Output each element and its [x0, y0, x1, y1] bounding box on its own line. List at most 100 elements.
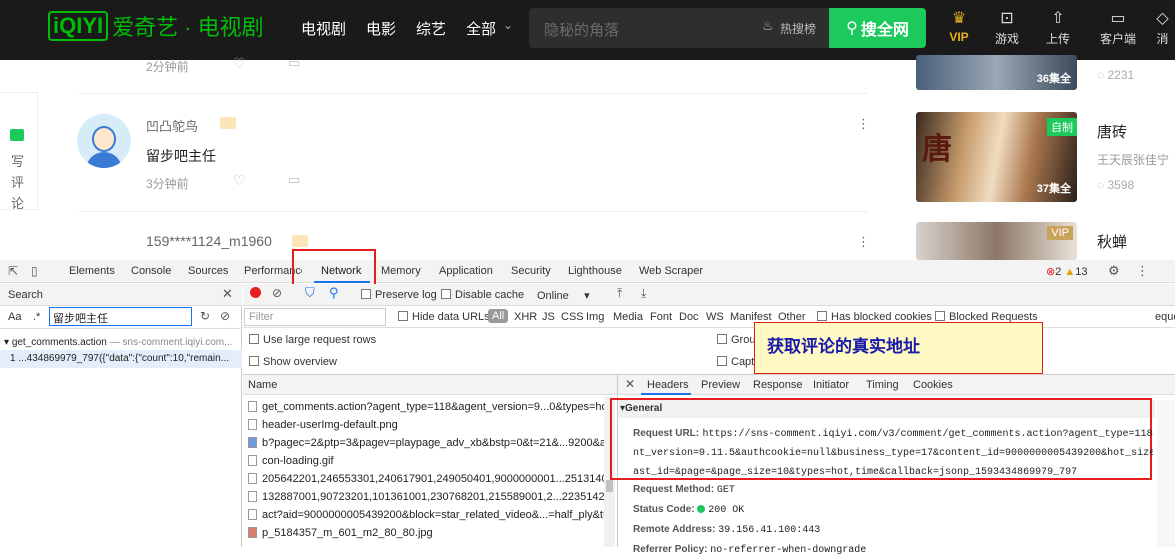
request-row[interactable]: con-loading.gif	[248, 452, 610, 470]
tab-sources[interactable]: Sources	[188, 265, 228, 277]
filter-placeholder: Filter	[249, 311, 274, 323]
tab-security[interactable]: Security	[511, 265, 551, 277]
filter-doc[interactable]: Doc	[679, 311, 699, 323]
write-comment-rail[interactable]: 写 评 论	[0, 92, 38, 211]
disable-cache-checkbox[interactable]: Disable cache	[441, 289, 524, 301]
more-menu-icon[interactable]: ⋮	[1136, 263, 1149, 279]
recommend-title[interactable]: 秋蝉	[1097, 231, 1127, 252]
search-query-input[interactable]: 留步吧主任	[49, 307, 192, 326]
detail-tab-cookies[interactable]: Cookies	[913, 379, 953, 391]
close-icon[interactable]: ✕	[625, 377, 635, 391]
nav-all[interactable]: 全部	[466, 18, 496, 39]
vip-entry[interactable]: ♛ VIP	[939, 8, 979, 44]
settings-gear-icon[interactable]: ⚙	[1108, 263, 1120, 279]
upload-entry[interactable]: ⇧ 上传	[1038, 8, 1078, 47]
detail-tab-initiator[interactable]: Initiator	[813, 379, 849, 391]
error-icon: ⊗	[1046, 266, 1056, 278]
preserve-log-checkbox[interactable]: Preserve log	[361, 289, 437, 301]
request-row[interactable]: act?aid=9000000005439200&block=star_rela…	[248, 506, 610, 524]
recommend-title[interactable]: 唐砖	[1097, 121, 1127, 142]
request-row[interactable]: p_5184357_m_601_m2_80_80.jpg	[248, 524, 610, 542]
filter-xhr[interactable]: XHR	[514, 311, 537, 323]
vip-label: VIP	[949, 30, 969, 44]
request-row[interactable]: b?pagec=2&ptp=3&pagev=playpage_adv_xb&bs…	[248, 434, 610, 452]
filter-media[interactable]: Media	[613, 311, 643, 323]
request-row[interactable]: header-userImg-default.png	[248, 416, 610, 434]
refresh-icon[interactable]: ↻	[200, 309, 210, 323]
reply-icon[interactable]: ▭	[288, 172, 300, 188]
level-badge-icon	[220, 117, 236, 129]
close-icon[interactable]: ✕	[222, 286, 233, 302]
message-entry[interactable]: ◇ 消	[1150, 8, 1175, 47]
tab-web-scraper[interactable]: Web Scraper	[639, 265, 703, 277]
write-char-2: 评	[11, 175, 25, 190]
search-result-line[interactable]: 1 ...434869979_797({"data":{"count":10,"…	[0, 350, 242, 368]
detail-tab-timing[interactable]: Timing	[866, 379, 899, 391]
recommend-thumbnail[interactable]: VIP	[916, 222, 1077, 260]
level-badge-icon	[292, 235, 308, 247]
detail-tab-preview[interactable]: Preview	[701, 379, 740, 391]
show-overview-checkbox[interactable]: Show overview	[249, 356, 337, 368]
client-entry[interactable]: ▭ 客户端	[1096, 8, 1140, 47]
filter-all[interactable]: All	[488, 309, 509, 323]
filter-icon[interactable]: ⛉	[305, 285, 315, 301]
filter-input[interactable]: Filter	[244, 308, 386, 326]
nav-tv[interactable]: 电视剧	[301, 18, 346, 39]
large-rows-checkbox[interactable]: Use large request rows	[249, 334, 376, 346]
comment-username[interactable]: 凹凸鸵鸟	[146, 116, 198, 135]
recommend-thumbnail[interactable]: 唐 自制 37集全	[916, 112, 1077, 202]
regex-toggle[interactable]: .*	[33, 311, 40, 323]
recommend-thumbnail[interactable]: 36集全	[916, 55, 1077, 90]
group-by-frame-checkbox[interactable]: Grou	[717, 334, 755, 346]
filter-font[interactable]: Font	[650, 311, 672, 323]
hot-search-link[interactable]: 热搜榜	[780, 20, 816, 37]
flame-icon: ♨	[762, 18, 774, 33]
tab-console[interactable]: Console	[131, 265, 171, 277]
reply-icon[interactable]: ▭	[288, 55, 300, 71]
export-icon[interactable]: ⤓	[641, 286, 646, 301]
heart-icon[interactable]: ♡	[233, 172, 246, 189]
throttle-select[interactable]: Online ▾	[537, 289, 590, 302]
tab-lighthouse[interactable]: Lighthouse	[568, 265, 622, 277]
tab-network[interactable]: Network	[321, 265, 361, 277]
device-toggle-icon[interactable]: ▯	[31, 264, 38, 278]
tab-application[interactable]: Application	[439, 265, 493, 277]
request-row[interactable]: 132887001,90723201,101361001,230768201,2…	[248, 488, 610, 506]
inspect-icon[interactable]: ⇱	[8, 264, 18, 278]
name-column-header[interactable]: Name	[248, 379, 277, 391]
filter-js[interactable]: JS	[542, 311, 555, 323]
filter-ws[interactable]: WS	[706, 311, 724, 323]
site-logo[interactable]: iQIYI 爱奇艺 · 电视剧	[48, 10, 264, 42]
heart-icon[interactable]: ♡	[233, 55, 246, 72]
search-all-button[interactable]: ⚲ 搜全网	[829, 8, 926, 48]
game-entry[interactable]: ⊡ 游戏	[987, 8, 1027, 47]
nav-variety[interactable]: 综艺	[416, 18, 446, 39]
avatar[interactable]	[77, 114, 131, 168]
match-case-toggle[interactable]: Aa	[8, 311, 21, 323]
nav-movie[interactable]: 电影	[366, 18, 396, 39]
request-row[interactable]: get_comments.action?agent_type=118&agent…	[248, 398, 610, 416]
clear-icon[interactable]: ⊘	[220, 309, 230, 323]
detail-tab-response[interactable]: Response	[753, 379, 803, 391]
more-icon[interactable]: ⋮	[857, 116, 870, 132]
capture-screenshots-checkbox[interactable]: Capt	[717, 356, 754, 368]
request-list-header	[243, 375, 617, 395]
filter-img[interactable]: Img	[586, 311, 604, 323]
record-icon[interactable]	[250, 287, 261, 298]
clear-log-icon[interactable]: ⊘	[272, 286, 282, 300]
import-icon[interactable]: ⤒	[617, 286, 622, 301]
tab-memory[interactable]: Memory	[381, 265, 421, 277]
status-ok-icon	[697, 505, 706, 513]
filter-css[interactable]: CSS	[561, 311, 584, 323]
search-icon[interactable]: ⚲	[329, 285, 339, 301]
more-icon[interactable]: ⋮	[857, 234, 870, 250]
request-row[interactable]: 205642201,246553301,240617901,249050401,…	[248, 470, 610, 488]
play-count-icon: ◌	[1097, 68, 1108, 82]
detail-tab-headers[interactable]: Headers	[647, 379, 689, 391]
comment-username[interactable]: 159****1124_m1960	[146, 233, 272, 249]
detail-scrollbar[interactable]	[1157, 400, 1175, 547]
tab-elements[interactable]: Elements	[69, 265, 115, 277]
issue-counts[interactable]: ⊗2 ▲13	[1046, 265, 1088, 278]
hide-data-urls-checkbox[interactable]: Hide data URLs	[398, 311, 490, 323]
chevron-down-icon[interactable]: ⌄	[503, 18, 513, 32]
